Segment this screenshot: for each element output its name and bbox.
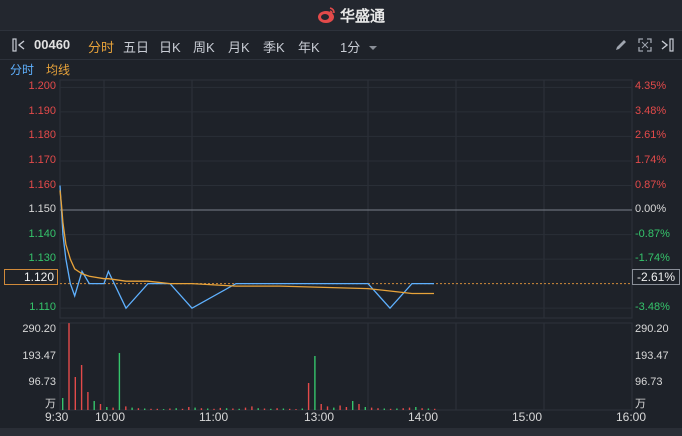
volume-axis-left-1: 290.20	[22, 323, 56, 335]
intraday-chart	[59, 79, 633, 411]
volume-bar	[162, 409, 165, 410]
percent-axis-label: 0.87%	[635, 178, 667, 191]
volume-bar	[169, 408, 171, 410]
price-axis-label: 1.130	[28, 252, 56, 265]
volume-bar	[339, 405, 341, 410]
volume-bar	[194, 407, 196, 410]
volume-bar	[251, 406, 253, 410]
volume-bar	[377, 408, 379, 410]
time-label: 9:30	[45, 410, 69, 424]
volume-bars	[62, 323, 436, 410]
price-axis-label: 1.180	[28, 129, 56, 142]
price-axis-label: 1.140	[28, 227, 56, 240]
volume-bar	[131, 407, 133, 410]
volume-unit-left: 万	[45, 398, 56, 410]
percent-axis-label: 3.48%	[635, 104, 667, 117]
volume-bar	[238, 408, 240, 410]
volume-bar	[289, 408, 291, 410]
volume-bar	[150, 408, 152, 410]
volume-bar	[389, 408, 392, 410]
volume-bar	[295, 409, 297, 410]
current-pct-label: -2.61%	[632, 269, 680, 285]
volume-bar	[282, 408, 285, 410]
volume-bar	[80, 365, 83, 410]
volume-unit-right: 万	[635, 398, 646, 410]
volume-bar	[402, 408, 404, 410]
time-label: 14:00	[408, 410, 439, 424]
chart-grid	[59, 79, 633, 411]
time-label: 10:00	[95, 410, 126, 424]
volume-bar	[125, 406, 127, 410]
bottom-bar	[0, 428, 682, 436]
volume-bar	[314, 356, 316, 410]
volume-bar	[137, 408, 140, 410]
volume-bar	[175, 408, 177, 410]
volume-bar	[263, 408, 266, 410]
time-label: 13:00	[304, 410, 335, 424]
time-label: 11:00	[199, 410, 229, 424]
volume-bar	[87, 392, 89, 410]
volume-bar	[74, 377, 76, 410]
volume-bar	[93, 401, 95, 410]
volume-bar	[181, 408, 184, 410]
volume-bar	[244, 407, 247, 410]
percent-axis-label: 0.00%	[635, 203, 667, 216]
volume-axis-left-2: 193.47	[22, 350, 56, 362]
volume-bar	[118, 353, 121, 410]
percent-axis-label: -1.74%	[635, 252, 670, 265]
volume-bar	[276, 408, 278, 410]
volume-bar	[270, 408, 272, 410]
volume-bar	[156, 408, 158, 410]
volume-bar	[352, 401, 354, 410]
average-price-line	[59, 190, 434, 295]
volume-axis-right-3: 96.73	[635, 376, 663, 388]
volume-bar	[307, 383, 310, 410]
volume-axis-right-2: 193.47	[635, 350, 669, 362]
price-axis-label: 1.190	[28, 104, 56, 117]
volume-bar	[364, 407, 366, 410]
volume-bar	[396, 408, 398, 410]
percent-axis-label: 4.35%	[635, 80, 667, 93]
volume-bar	[144, 408, 146, 410]
price-area-frame	[59, 79, 633, 319]
price-axis-label: 1.150	[28, 203, 56, 216]
price-lines	[59, 185, 434, 310]
percent-axis-label: 2.61%	[635, 129, 667, 142]
percent-axis-label: 1.74%	[635, 153, 667, 166]
volume-bar	[232, 408, 234, 410]
volume-bar	[62, 398, 64, 410]
volume-bar	[383, 408, 385, 410]
volume-bar	[68, 323, 70, 410]
percent-axis-label: -0.87%	[635, 227, 670, 240]
volume-bar	[301, 408, 303, 410]
percent-axis-label: -3.48%	[635, 301, 670, 314]
time-label: 16:00	[616, 410, 647, 424]
price-axis-label: 1.160	[28, 178, 56, 191]
volume-axis-left-3: 96.73	[28, 376, 56, 388]
volume-bar	[345, 407, 348, 410]
volume-bar	[370, 407, 373, 410]
volume-bar	[257, 408, 259, 410]
current-price-label: 1.120	[4, 269, 58, 285]
volume-axis-right-1: 290.20	[635, 323, 669, 335]
time-label: 15:00	[512, 410, 543, 424]
volume-bar	[188, 407, 190, 410]
volume-area-frame	[59, 322, 633, 411]
volume-bar	[358, 404, 360, 410]
price-axis-label: 1.110	[29, 301, 56, 314]
price-axis-label: 1.200	[28, 80, 56, 93]
price-axis-label: 1.170	[28, 153, 56, 166]
